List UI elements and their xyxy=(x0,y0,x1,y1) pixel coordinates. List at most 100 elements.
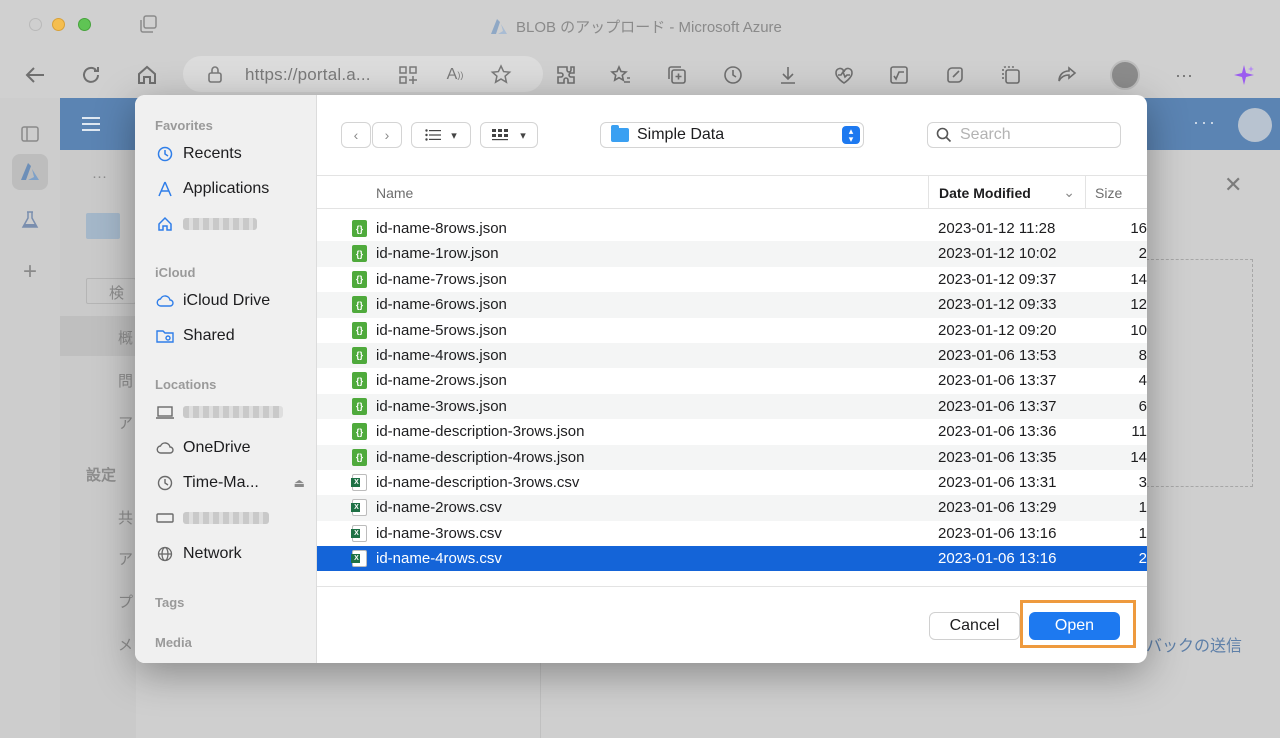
forward-nav-button[interactable]: › xyxy=(372,122,402,148)
file-row[interactable]: Xid-name-4rows.csv 2023-01-06 13:16 2 xyxy=(317,546,1147,572)
sidebar-toggle-icon[interactable] xyxy=(12,116,48,152)
split-screen-icon[interactable] xyxy=(999,63,1023,87)
apps-icon[interactable] xyxy=(396,63,420,87)
lab-flask-icon[interactable] xyxy=(12,202,48,238)
file-date-modified: 2023-01-06 13:37 xyxy=(938,397,1057,415)
feedback-link[interactable]: バックの送信 xyxy=(1146,632,1242,656)
back-icon[interactable] xyxy=(23,63,47,87)
folder-icon xyxy=(611,125,629,142)
more-options-icon[interactable]: ··· xyxy=(1172,63,1196,87)
menu-item-access[interactable]: ア xyxy=(118,412,133,433)
azure-blade-menu: ··· 検 概 問 ア 設定 共 ア プ メ xyxy=(60,150,136,738)
menu-icon[interactable] xyxy=(82,117,100,131)
azure-icon[interactable] xyxy=(12,154,48,190)
group-by-button[interactable]: ▾ xyxy=(480,122,538,148)
menu-search-input[interactable]: 検 xyxy=(86,278,136,304)
file-name: id-name-4rows.json xyxy=(376,346,507,364)
file-date-modified: 2023-01-12 09:33 xyxy=(938,296,1057,314)
history-icon[interactable] xyxy=(721,63,745,87)
file-date-modified: 2023-01-12 09:20 xyxy=(938,321,1057,339)
sidebar-item-recents[interactable]: Recents xyxy=(155,143,242,165)
favorites-icon[interactable] xyxy=(609,63,633,87)
menu-item-access-policy[interactable]: ア xyxy=(118,548,133,569)
file-row[interactable]: {} id-name-2rows.json 2023-01-06 13:37 4 xyxy=(317,368,1147,393)
file-row[interactable]: {} id-name-description-3rows.json 2023-01-… xyxy=(317,419,1147,444)
file-date-modified: 2023-01-06 13:31 xyxy=(938,473,1057,491)
file-name: id-name-3rows.json xyxy=(376,397,507,415)
cloud-icon xyxy=(155,291,175,311)
file-row[interactable]: Xid-name-3rows.csv 2023-01-06 13:16 1 xyxy=(317,521,1147,546)
menu-item-diagnose[interactable]: 問 xyxy=(118,370,133,391)
menu-item-shared-access[interactable]: 共 xyxy=(118,507,133,528)
sidebar-item-icloud-drive[interactable]: iCloud Drive xyxy=(155,290,270,312)
file-row[interactable]: {} id-name-6rows.json 2023-01-12 09:33 12 xyxy=(317,292,1147,318)
tab-title: BLOB のアップロード - Microsoft Azure xyxy=(490,16,782,37)
extensions-icon[interactable] xyxy=(554,63,578,87)
menu-item-overview[interactable]: 概 xyxy=(118,327,133,348)
performance-icon[interactable] xyxy=(832,63,856,87)
file-name: id-name-5rows.json xyxy=(376,321,507,339)
column-header-date-modified[interactable]: Date Modified ⌄ xyxy=(928,176,1086,209)
redacted-username xyxy=(183,218,257,230)
json-file-icon: {} xyxy=(352,220,367,237)
tab-actions-icon[interactable] xyxy=(138,14,158,34)
add-icon[interactable]: + xyxy=(12,254,48,290)
file-row[interactable]: {} id-name-4rows.json 2023-01-06 13:53 8 xyxy=(317,342,1147,369)
time-machine-icon xyxy=(155,473,175,493)
column-header-size[interactable]: Size xyxy=(1095,185,1122,201)
sidebar-item-time-machine[interactable]: Time-Ma... ⏏ xyxy=(155,472,305,494)
home-icon[interactable] xyxy=(135,63,159,87)
breadcrumb-more[interactable]: ··· xyxy=(92,168,107,185)
chevron-right-icon: › xyxy=(384,127,390,143)
collections-add-icon[interactable] xyxy=(665,63,689,87)
close-window-button[interactable] xyxy=(29,18,42,31)
chevron-down-icon: ▾ xyxy=(520,129,526,142)
web-capture-icon[interactable] xyxy=(943,63,967,87)
profile-avatar[interactable] xyxy=(1110,60,1140,90)
file-row[interactable]: {} id-name-description-4rows.json 2023-01-… xyxy=(317,444,1147,470)
menu-item-metadata[interactable]: メ xyxy=(118,634,133,655)
drop-zone[interactable] xyxy=(1146,259,1253,487)
file-row[interactable]: {} id-name-8rows.json 2023-01-12 11:28 16 xyxy=(317,216,1147,241)
media-section-label: Media xyxy=(155,635,192,650)
url-text[interactable]: https://portal.a... xyxy=(245,65,371,85)
file-row[interactable]: Xid-name-2rows.csv 2023-01-06 13:29 1 xyxy=(317,495,1147,521)
downloads-icon[interactable] xyxy=(776,63,800,87)
close-blade-icon[interactable]: ✕ xyxy=(1224,172,1242,198)
sidebar-item-network[interactable]: Network xyxy=(155,543,242,565)
file-row[interactable]: {} id-name-7rows.json 2023-01-12 09:37 14 xyxy=(317,267,1147,292)
file-size: 2 xyxy=(1138,245,1147,263)
json-file-icon: {} xyxy=(352,346,367,364)
read-aloud-icon[interactable]: A)) xyxy=(443,63,467,87)
sidebar-item-computer[interactable] xyxy=(155,401,283,423)
column-header-name[interactable]: Name xyxy=(376,185,413,201)
math-solver-icon[interactable] xyxy=(887,63,911,87)
sidebar-item-home[interactable] xyxy=(155,213,257,235)
maximize-window-button[interactable] xyxy=(78,18,91,31)
file-row[interactable]: {} id-name-3rows.json 2023-01-06 13:37 6 xyxy=(317,393,1147,420)
minimize-window-button[interactable] xyxy=(52,18,65,31)
cancel-button[interactable]: Cancel xyxy=(929,612,1020,640)
file-row[interactable]: {} id-name-1row.json 2023-01-12 10:02 2 xyxy=(317,241,1147,267)
share-icon[interactable] xyxy=(1055,63,1079,87)
eject-icon[interactable]: ⏏ xyxy=(294,476,305,490)
sidebar-item-applications[interactable]: Applications xyxy=(155,178,269,200)
file-row[interactable]: Xid-name-description-3rows.csv 2023-01-06… xyxy=(317,470,1147,495)
sidebar-item-external-drive[interactable] xyxy=(155,507,269,529)
menu-item-properties[interactable]: プ xyxy=(118,591,133,612)
grid-group-icon xyxy=(492,129,509,141)
view-mode-button[interactable]: ▾ xyxy=(411,122,471,148)
azure-account-avatar[interactable] xyxy=(1238,108,1272,142)
copilot-sparkle-icon[interactable] xyxy=(1232,63,1256,87)
back-nav-button[interactable]: ‹ xyxy=(341,122,371,148)
favorite-add-icon[interactable] xyxy=(489,63,513,87)
lock-icon[interactable] xyxy=(203,62,227,86)
json-file-icon: {} xyxy=(352,397,367,415)
refresh-icon[interactable] xyxy=(79,63,103,87)
folder-path-popup[interactable]: Simple Data ▴ ▾ xyxy=(600,122,864,148)
sidebar-item-onedrive[interactable]: OneDrive xyxy=(155,437,251,459)
header-more-icon[interactable]: ··· xyxy=(1193,112,1217,133)
file-row[interactable]: {} id-name-5rows.json 2023-01-12 09:20 10 xyxy=(317,318,1147,343)
sidebar-item-shared[interactable]: Shared xyxy=(155,325,235,347)
search-field[interactable]: Search xyxy=(927,122,1121,148)
